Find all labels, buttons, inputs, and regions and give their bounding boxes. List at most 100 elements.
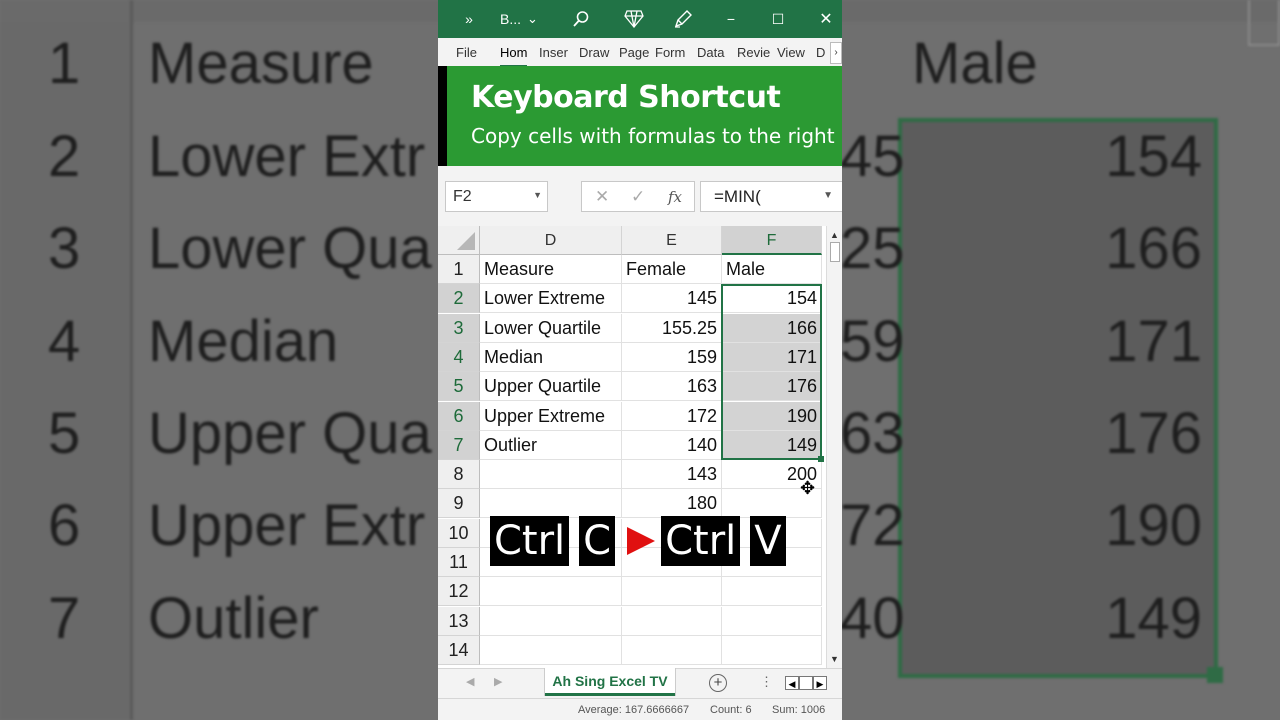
fill-handle[interactable]	[818, 456, 824, 462]
minimize-button[interactable]: −	[718, 0, 744, 38]
sheet-tab[interactable]: Ah Sing Excel TV	[545, 668, 675, 696]
cell-d6[interactable]: Upper Extreme	[480, 401, 622, 431]
cell-d12[interactable]	[480, 577, 622, 607]
cell-f12[interactable]	[722, 577, 822, 607]
scroll-right-icon[interactable]: ▶	[813, 676, 827, 690]
background-row-label: Median	[148, 309, 339, 374]
row-header[interactable]: 1	[438, 255, 480, 284]
ribbon-tab-d[interactable]: D	[816, 45, 825, 60]
cell-d3[interactable]: Lower Quartile	[480, 313, 622, 343]
ribbon-tab-revie[interactable]: Revie	[737, 45, 770, 60]
cell-d5[interactable]: Upper Quartile	[480, 372, 622, 402]
cell-d2[interactable]: Lower Extreme	[480, 284, 622, 314]
pen-icon[interactable]	[670, 0, 696, 38]
cancel-icon[interactable]: ✕	[595, 187, 609, 207]
background-row-number: 2	[48, 124, 81, 189]
horizontal-scroll-thumb[interactable]	[799, 676, 813, 690]
cell-e2[interactable]: 145	[622, 284, 722, 314]
cell-d4[interactable]: Median	[480, 342, 622, 372]
row-header[interactable]: 12	[438, 577, 480, 607]
cell-f4[interactable]: 171	[722, 342, 822, 372]
key-ctrl: Ctrl	[661, 516, 741, 566]
ribbon-tab-hom[interactable]: Hom	[500, 45, 528, 67]
cell-d13[interactable]	[480, 606, 622, 636]
next-sheet-icon[interactable]: ▶	[494, 675, 502, 688]
enter-icon[interactable]: ✓	[631, 187, 645, 207]
ribbon-scroll-icon[interactable]: ›	[830, 42, 842, 64]
cell-d8[interactable]	[480, 460, 622, 490]
cell-d1[interactable]: Measure	[480, 255, 622, 284]
column-header-e[interactable]: E	[622, 226, 722, 255]
close-button[interactable]: ✕	[813, 0, 839, 38]
cell-e5[interactable]: 163	[622, 372, 722, 402]
row-header[interactable]: 10	[438, 518, 480, 548]
ribbon-tab-draw[interactable]: Draw	[579, 45, 609, 60]
cell-e13[interactable]	[622, 606, 722, 636]
previous-sheet-icon[interactable]: ◀	[466, 675, 474, 688]
row-header[interactable]: 7	[438, 430, 480, 460]
select-all-button[interactable]	[438, 226, 480, 255]
scroll-down-icon[interactable]: ▼	[830, 654, 839, 664]
cell-f3[interactable]: 166	[722, 313, 822, 343]
row-header[interactable]: 9	[438, 489, 480, 519]
scroll-left-icon[interactable]: ◀	[785, 676, 799, 690]
name-box[interactable]: F2 ▼	[445, 181, 548, 212]
column-header-d[interactable]: D	[480, 226, 622, 255]
cell-d9[interactable]	[480, 489, 622, 519]
row-header[interactable]: 13	[438, 606, 480, 636]
more-options-icon[interactable]: ⋮	[760, 674, 773, 690]
cell-f5[interactable]: 176	[722, 372, 822, 402]
key-c: C	[579, 516, 616, 566]
cell-e14[interactable]	[622, 635, 722, 665]
add-sheet-icon[interactable]: +	[709, 674, 727, 692]
ribbon-tab-page[interactable]: Page	[619, 45, 649, 60]
row-header[interactable]: 11	[438, 548, 480, 577]
maximize-button[interactable]: ☐	[765, 0, 791, 38]
diamond-icon[interactable]	[621, 0, 647, 38]
background-row-male-value: 176	[1105, 401, 1202, 466]
ribbon-tab-view[interactable]: View	[777, 45, 805, 60]
cell-e7[interactable]: 140	[622, 430, 722, 460]
cell-f2[interactable]: 154	[722, 284, 822, 314]
scroll-up-icon[interactable]: ▲	[830, 230, 839, 240]
row-header[interactable]: 8	[438, 460, 480, 490]
cell-e12[interactable]	[622, 577, 722, 607]
row-header[interactable]: 3	[438, 313, 480, 343]
row-header[interactable]: 14	[438, 635, 480, 665]
row-header[interactable]: 2	[438, 284, 480, 314]
cell-f14[interactable]	[722, 635, 822, 665]
cell-e8[interactable]: 143	[622, 460, 722, 490]
ribbon-tab-form[interactable]: Form	[655, 45, 685, 60]
ribbon-tab-inser[interactable]: Inser	[539, 45, 568, 60]
sheet-tab-bar: ◀ ▶ Ah Sing Excel TV + ⋮ ◀ ▶	[438, 668, 842, 698]
cell-e4[interactable]: 159	[622, 342, 722, 372]
cell-f1[interactable]: Male	[722, 255, 822, 284]
caret-down-icon[interactable]: ▼	[533, 190, 542, 200]
more-commands-button[interactable]: »	[458, 0, 480, 38]
background-row-female-value: 59	[840, 309, 905, 374]
row-header[interactable]: 5	[438, 372, 480, 402]
ribbon-tab-data[interactable]: Data	[697, 45, 724, 60]
background-row-label: Lower Qua	[148, 216, 432, 281]
cell-e3[interactable]: 155.25	[622, 313, 722, 343]
cell-e1[interactable]: Female	[622, 255, 722, 284]
vertical-scrollbar[interactable]: ▲ ▼	[826, 226, 842, 668]
cell-f7[interactable]: 149	[722, 430, 822, 460]
search-icon[interactable]	[568, 0, 594, 38]
expand-formula-icon[interactable]: ▼	[823, 190, 833, 201]
scroll-thumb[interactable]	[830, 242, 840, 262]
row-header[interactable]: 4	[438, 342, 480, 372]
formula-input[interactable]: =MIN( ▼	[700, 181, 842, 212]
cell-f6[interactable]: 190	[722, 401, 822, 431]
cell-e9[interactable]: 180	[622, 489, 722, 519]
plus-cursor-icon: ✥	[800, 478, 816, 498]
insert-function-icon[interactable]: fx	[668, 188, 682, 206]
cell-d14[interactable]	[480, 635, 622, 665]
row-header[interactable]: 6	[438, 401, 480, 431]
cell-e6[interactable]: 172	[622, 401, 722, 431]
cell-d7[interactable]: Outlier	[480, 430, 622, 460]
cell-f13[interactable]	[722, 606, 822, 636]
workbook-name-button[interactable]: B... ⌄	[500, 0, 550, 38]
ribbon-tab-file[interactable]: File	[456, 45, 477, 60]
column-header-f[interactable]: F	[722, 226, 822, 255]
